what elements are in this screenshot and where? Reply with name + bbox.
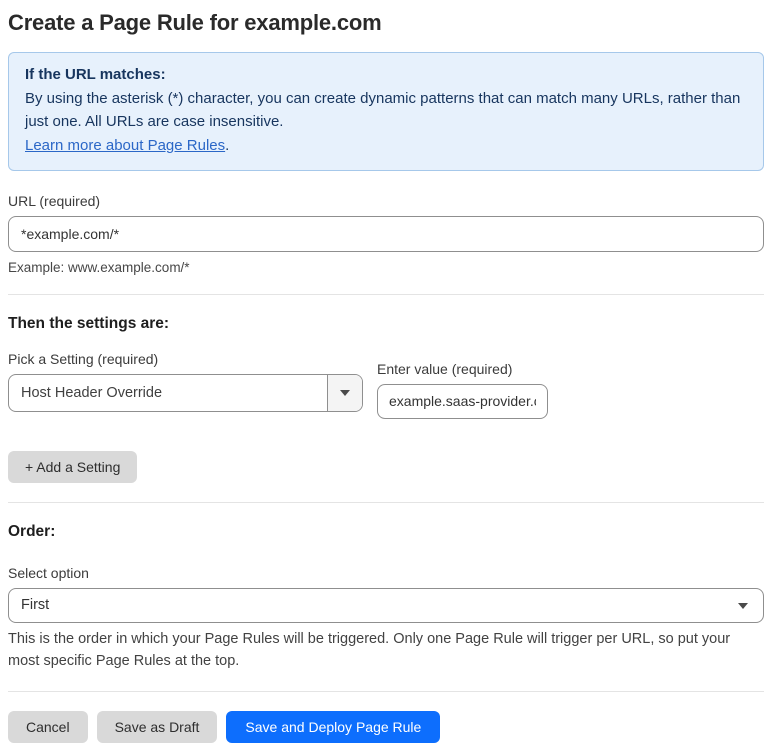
divider [8, 501, 764, 503]
setting-value-column: Enter value (required) [377, 361, 548, 419]
info-box-link-row: Learn more about Page Rules. [25, 134, 747, 158]
order-section-heading: Order: [8, 522, 56, 540]
order-helper-text: This is the order in which your Page Rul… [8, 630, 731, 669]
url-label: URL (required) [8, 192, 101, 209]
url-matches-info-box: If the URL matches: By using the asteris… [8, 52, 764, 171]
link-period: . [225, 137, 230, 155]
setting-select-value: Host Header Override [21, 384, 163, 401]
divider [8, 293, 764, 295]
info-box-body: By using the asterisk (*) character, you… [25, 89, 741, 131]
page-title: Create a Page Rule for example.com [8, 10, 382, 35]
url-input[interactable] [8, 215, 764, 252]
setting-picker-column: Pick a Setting (required) Host Header Ov… [8, 351, 363, 419]
save-and-deploy-button[interactable]: Save and Deploy Page Rule [226, 711, 441, 743]
learn-more-link[interactable]: Learn more about Page Rules [25, 137, 225, 154]
setting-select[interactable]: Host Header Override [8, 373, 363, 412]
setting-label: Pick a Setting (required) [8, 350, 159, 367]
caret-down-icon [738, 602, 748, 609]
setting-value-input[interactable] [377, 383, 548, 419]
save-as-draft-button[interactable]: Save as Draft [96, 711, 218, 743]
caret-down-icon [340, 389, 350, 396]
setting-select-arrow-button[interactable] [327, 374, 362, 411]
order-select-label: Select option [8, 564, 89, 581]
divider [8, 691, 764, 693]
footer-actions: Cancel Save as Draft Save and Deploy Pag… [8, 711, 764, 743]
info-box-heading: If the URL matches: [25, 66, 166, 83]
enter-value-label: Enter value (required) [377, 360, 513, 377]
settings-section-heading: Then the settings are: [8, 314, 170, 332]
settings-row: Pick a Setting (required) Host Header Ov… [8, 351, 764, 419]
url-section: URL (required) Example: www.example.com/… [8, 193, 764, 275]
order-select-value: First [21, 597, 50, 614]
url-helper-text: Example: www.example.com/* [8, 259, 190, 275]
cancel-button[interactable]: Cancel [8, 711, 88, 743]
add-setting-button[interactable]: + Add a Setting [8, 450, 138, 483]
order-select[interactable]: First [8, 587, 764, 623]
